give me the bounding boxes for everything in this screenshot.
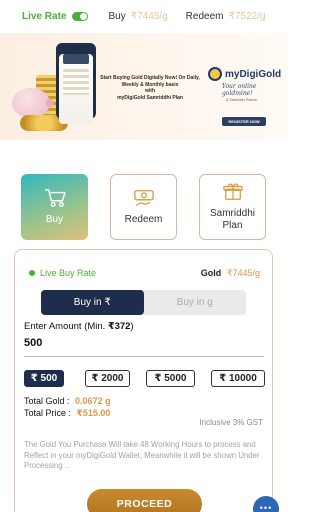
buy-gold-screen: Live Rate Buy ₹7445/g Redeem ₹7522/g Sta… <box>0 0 288 512</box>
banner-headline: Start Buying Gold Digitally Now! On Dail… <box>98 75 202 101</box>
promo-banner[interactable]: Start Buying Gold Digitally Now! On Dail… <box>0 33 288 140</box>
live-buy-rate-label: Live Buy Rate <box>40 268 97 278</box>
redeem-rate-label: Redeem <box>185 11 224 22</box>
rate-bar: Live Rate Buy ₹7445/g Redeem ₹7522/g <box>0 0 288 33</box>
live-dot-icon <box>29 270 35 276</box>
amount-label-end: ) <box>130 321 134 332</box>
amount-label: Enter Amount (Min. ₹372) <box>24 321 134 332</box>
amount-input[interactable]: 500 <box>24 337 42 349</box>
processing-info: The Gold You Purchase Will take 48 Worki… <box>24 440 260 470</box>
redeem-tile-label: Redeem <box>124 214 163 225</box>
proceed-button[interactable]: PROCEED <box>87 489 202 512</box>
buy-in-gram-tab[interactable]: Buy in g <box>144 290 247 315</box>
buy-tile[interactable]: Buy <box>21 174 88 240</box>
redeem-rate: Redeem ₹7522/g <box>186 11 266 22</box>
total-price-label: Total Price : <box>24 408 72 418</box>
gold-rate: Gold ₹7445/g <box>201 268 260 279</box>
amount-label-text: Enter Amount (Min. <box>24 321 108 332</box>
gold-rate-label: Gold <box>200 268 222 278</box>
gift-icon <box>222 183 243 200</box>
buy-in-rupee-tab[interactable]: Buy in ₹ <box>41 290 144 315</box>
banner-headline-text: Start Buying Gold Digitally Now! On Dail… <box>100 75 200 88</box>
samriddhi-plan-label: Samriddhi Plan <box>209 208 256 231</box>
logo-mark-icon <box>208 67 222 81</box>
banner-with-text: with <box>145 88 155 94</box>
buy-rate: Buy ₹7445/g <box>108 11 167 22</box>
mydigigold-logo: myDigiGold <box>208 67 281 81</box>
redeem-tile[interactable]: Redeem <box>110 174 177 240</box>
banner-partner: & Samriddhi Partner <box>226 98 258 102</box>
amount-chip-2000[interactable]: ₹ 2000 <box>85 370 130 387</box>
cart-icon <box>44 189 66 207</box>
live-rate-toggle[interactable]: Live Rate <box>22 11 89 22</box>
redeem-rate-value: ₹7522/g <box>228 11 266 22</box>
chat-bubble-icon: ••• <box>259 503 273 512</box>
amount-chip-10000[interactable]: ₹ 10000 <box>211 370 265 387</box>
live-rate-label: Live Rate <box>22 11 67 22</box>
samriddhi-plan-tile[interactable]: Samriddhi Plan <box>199 174 266 240</box>
gold-rate-value: ₹7445/g <box>226 268 260 278</box>
amount-chip-500[interactable]: ₹ 500 <box>24 370 64 387</box>
total-gold: Total Gold : 0.0672 g <box>24 396 111 406</box>
phone-mockup-icon <box>56 43 96 124</box>
total-gold-label: Total Gold : <box>24 396 70 406</box>
live-buy-rate: Live Buy Rate <box>29 268 96 278</box>
chat-support-button[interactable]: ••• <box>253 496 279 512</box>
banner-tagline: Your online goldmine! <box>222 83 257 97</box>
total-gold-value: 0.0672 g <box>75 396 111 406</box>
register-now-button[interactable]: REGISTER NOW <box>222 117 266 126</box>
piggy-bank-icon <box>12 88 54 118</box>
buy-rate-value: ₹7445/g <box>130 11 168 22</box>
amount-min: ₹372 <box>107 321 131 332</box>
buy-rate-label: Buy <box>108 11 126 22</box>
redeem-icon <box>133 190 154 206</box>
logo-text: myDigiGold <box>225 68 282 80</box>
banner-plan-text: myDigiGold Samriddhi Plan <box>117 94 183 101</box>
buy-mode-toggle: Buy in ₹ Buy in g <box>41 290 246 315</box>
amount-input-underline <box>24 356 264 357</box>
toggle-switch-icon[interactable] <box>72 12 89 21</box>
amount-chip-5000[interactable]: ₹ 5000 <box>146 370 195 387</box>
gst-note: Inclusive 3% GST <box>199 418 263 427</box>
total-price-value: ₹515.00 <box>76 408 111 418</box>
total-price: Total Price : ₹515.00 <box>24 408 110 419</box>
buy-tile-label: Buy <box>45 214 64 225</box>
